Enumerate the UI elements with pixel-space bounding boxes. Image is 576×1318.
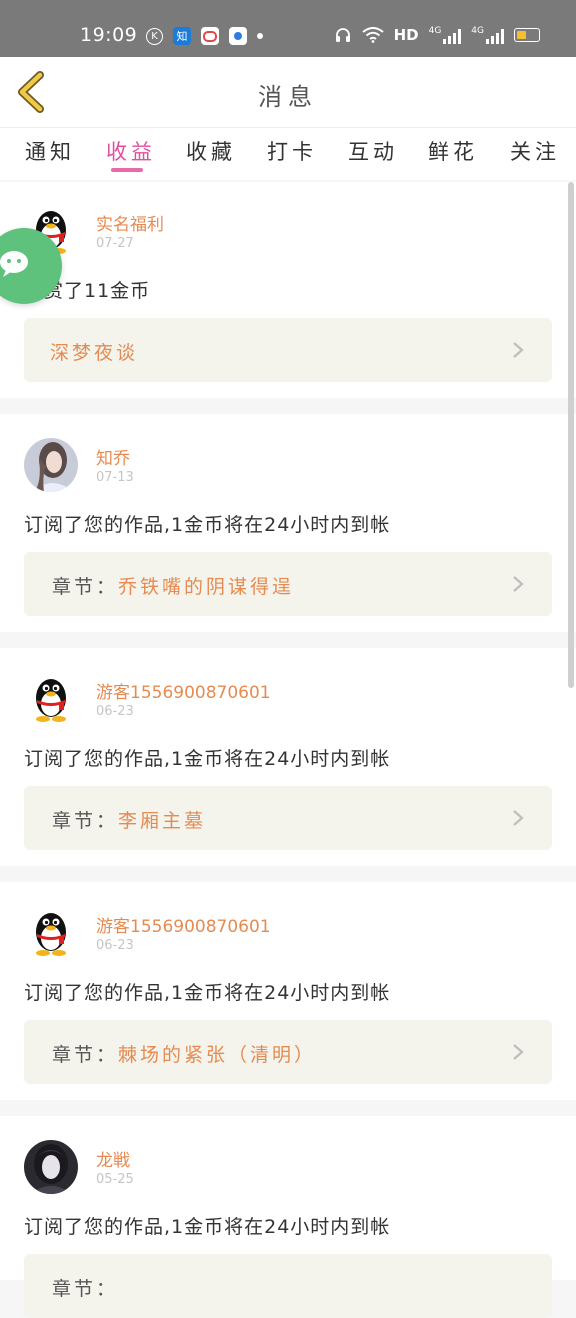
chapter-title: 乔铁嘴的阴谋得逞 (118, 576, 295, 598)
tab-checkin[interactable]: 打卡 (267, 136, 317, 166)
chapter-title: 棘场的紧张（清明） (118, 1044, 317, 1066)
user-photo-icon (24, 438, 78, 492)
chapter-prefix: 章节： (52, 576, 119, 598)
chapter-link[interactable]: 章节： 乔铁嘴的阴谋得逞 (24, 552, 552, 616)
message-date: 06-23 (96, 938, 134, 953)
red-app-icon (201, 27, 219, 45)
network-label: 4G (471, 26, 484, 36)
message-card: 龙戦 05-25 订阅了您的作品,1金币将在24小时内到帐 章节： (0, 1116, 576, 1318)
message-text: 订阅了您的作品,1金币将在24小时内到帐 (24, 514, 391, 536)
avatar[interactable] (24, 906, 78, 960)
status-bar: 19:09 K 知 HD 4G 4G (0, 0, 576, 57)
wifi-icon (361, 27, 384, 43)
chevron-right-icon (513, 810, 524, 826)
chevron-right-icon (513, 1044, 524, 1060)
tab-bar: 通知 收益 收藏 打卡 互动 鲜花 关注 (0, 128, 576, 180)
chapter-link[interactable]: 章节： 棘场的紧张（清明） (24, 1020, 552, 1084)
message-text: 订阅了您的作品,1金币将在24小时内到帐 (24, 982, 391, 1004)
work-title: 深梦夜谈 (50, 342, 139, 364)
wechat-icon (0, 251, 28, 277)
chapter-link[interactable]: 章节： 李厢主墓 (24, 786, 552, 850)
page-title: 消息 (258, 83, 318, 111)
chapter-prefix: 章节： (52, 1278, 119, 1300)
message-text: 订阅了您的作品,1金币将在24小时内到帐 (24, 1216, 391, 1238)
avatar[interactable] (24, 438, 78, 492)
wechat-float-button[interactable] (0, 228, 62, 304)
tab-flowers[interactable]: 鲜花 (428, 136, 478, 166)
status-right-icons: HD 4G 4G (334, 26, 540, 44)
dot-icon (257, 33, 263, 39)
chevron-right-icon (513, 342, 524, 358)
qq-penguin-icon (24, 672, 78, 726)
message-card: 知乔 07-13 订阅了您的作品,1金币将在24小时内到帐 章节： 乔铁嘴的阴谋… (0, 414, 576, 632)
message-date: 06-23 (96, 704, 134, 719)
user-name[interactable]: 知乔 (96, 444, 130, 469)
status-time: 19:09 (80, 24, 138, 46)
tab-follow[interactable]: 关注 (510, 136, 560, 166)
tab-interaction[interactable]: 互动 (348, 136, 398, 166)
chapter-link[interactable]: 章节： (24, 1254, 552, 1318)
user-name[interactable]: 游客15569008706​01 (96, 912, 271, 937)
avatar[interactable] (24, 672, 78, 726)
message-text: 订阅了您的作品,1金币将在24小时内到帐 (24, 748, 391, 770)
chapter-prefix: 章节： (52, 810, 119, 832)
user-photo-icon (24, 1140, 78, 1194)
scrollbar[interactable] (568, 182, 574, 688)
message-date: 05-25 (96, 1172, 134, 1187)
message-card: 实名福利 07-27 打赏了11金币 深梦夜谈 (0, 182, 576, 398)
tab-favorites[interactable]: 收藏 (186, 136, 236, 166)
chapter-prefix: 章节： (52, 1044, 119, 1066)
user-name[interactable]: 实名福利 (96, 210, 164, 235)
chevron-right-icon (513, 576, 524, 592)
headphone-icon (335, 28, 350, 42)
header: 消息 (0, 57, 576, 128)
signal-4g-icon: 4G (429, 26, 462, 44)
signal-4g-icon: 4G (471, 26, 504, 44)
blue-app-icon (229, 27, 247, 45)
avatar[interactable] (24, 1140, 78, 1194)
hd-icon: HD (393, 26, 419, 44)
tab-notice[interactable]: 通知 (25, 136, 75, 166)
qq-penguin-icon (24, 906, 78, 960)
status-left-icons: K 知 (146, 27, 263, 45)
chapter-title: 李厢主墓 (118, 810, 207, 832)
network-label: 4G (428, 26, 442, 36)
user-name[interactable]: 龙戦 (96, 1146, 130, 1171)
message-date: 07-27 (96, 236, 134, 251)
message-card: 游客15569008706​01 06-23 订阅了您的作品,1金币将在24小时… (0, 882, 576, 1100)
k-icon: K (146, 27, 163, 45)
work-link[interactable]: 深梦夜谈 (24, 318, 552, 382)
message-card: 游客15569008706​01 06-23 订阅了您的作品,1金币将在24小时… (0, 648, 576, 866)
battery-icon (514, 28, 540, 42)
zhihu-icon: 知 (173, 27, 191, 45)
user-name[interactable]: 游客15569008706​01 (96, 678, 271, 703)
tab-earnings[interactable]: 收益 (106, 136, 156, 166)
message-date: 07-13 (96, 470, 134, 485)
active-tab-indicator (111, 168, 143, 172)
